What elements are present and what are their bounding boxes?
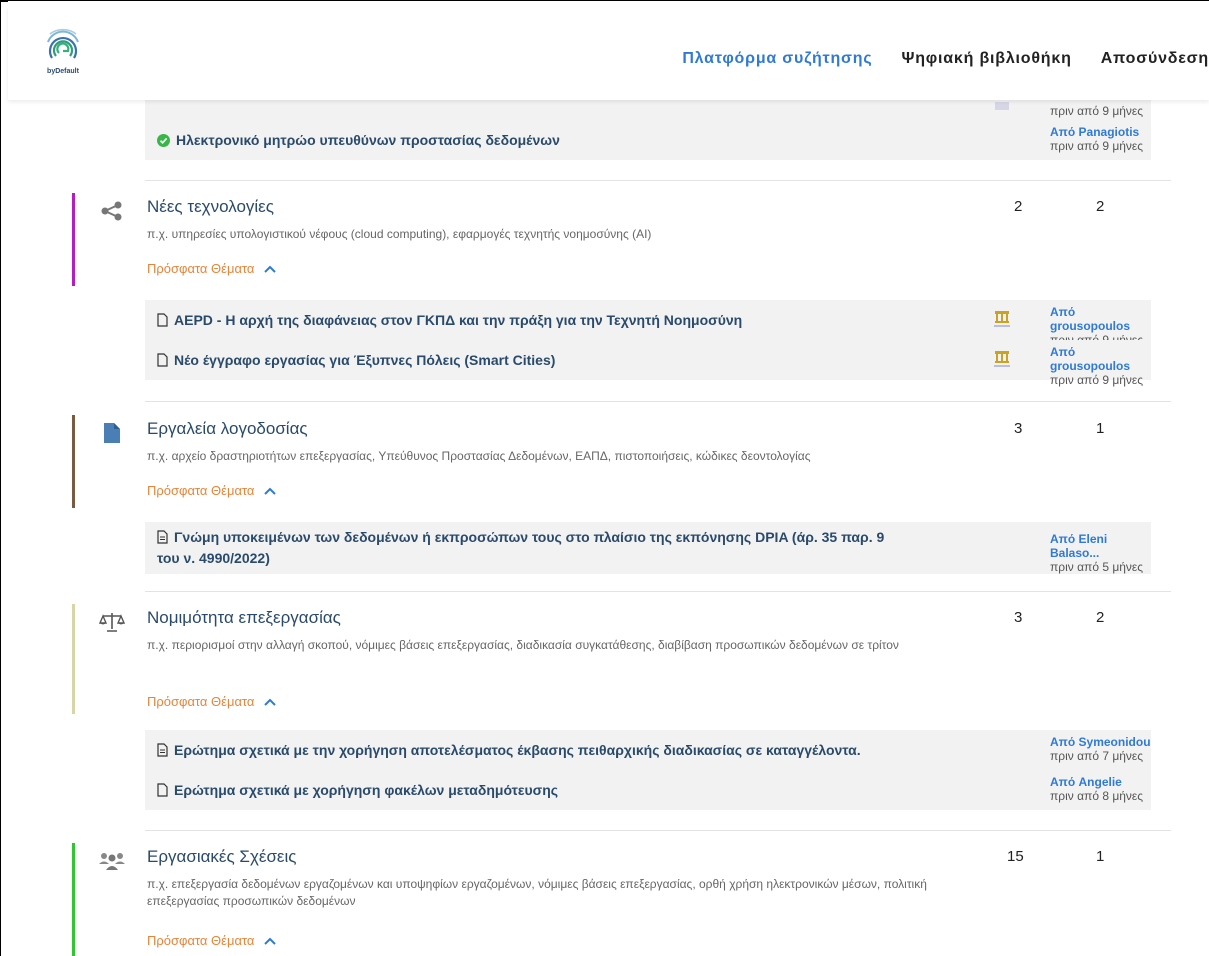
topic-author[interactable]: Από Symeonidou <box>1050 735 1151 749</box>
recent-topics-toggle[interactable]: Πρόσφατα Θέματα <box>147 483 277 498</box>
topic-row[interactable]: Γνώμη υποκειμένων των δεδομένων ή εκπροσ… <box>145 522 1151 574</box>
post-count: 1 <box>1096 420 1105 437</box>
chevron-up-icon <box>264 698 277 706</box>
category-title[interactable]: Εργασιακές Σχέσεις <box>147 847 296 867</box>
topic-time: πριν από 7 μήνες <box>1050 749 1144 763</box>
topic-title[interactable]: Ηλεκτρονικό μητρώο υπευθύνων προστασίας … <box>157 131 560 150</box>
avatar <box>993 348 1011 368</box>
topic-title[interactable]: Γνώμη υποκειμένων των δεδομένων ή εκπροσ… <box>157 528 977 568</box>
site-header: byDefault Πλατφόρμα συζήτησης Ψηφιακή βι… <box>8 6 1209 100</box>
topic-title[interactable]: Νέο έγγραφο εργασίας για Έξυπνες Πόλεις … <box>157 351 555 370</box>
recent-topics-toggle[interactable]: Πρόσφατα Θέματα <box>147 694 277 709</box>
topic-time: πριν από 8 μήνες <box>1050 789 1144 803</box>
topic-row[interactable]: Ερώτημα σχετικά με την χορήγηση αποτελέσ… <box>145 730 1151 770</box>
topic-author[interactable]: Από Eleni Balaso... <box>1050 532 1151 560</box>
divider <box>145 830 1171 831</box>
recent-topics-toggle[interactable]: Πρόσφατα Θέματα <box>147 261 277 276</box>
document-icon <box>157 353 168 367</box>
topic-count: 3 <box>1014 609 1023 626</box>
file-icon <box>98 421 126 445</box>
window-left-border <box>0 0 8 956</box>
document-icon <box>157 783 168 797</box>
category-color-bar <box>72 604 75 714</box>
topic-time: πριν από 5 μήνες <box>1050 560 1144 574</box>
divider <box>145 180 1171 181</box>
post-count: 1 <box>1096 848 1105 865</box>
recent-topics-toggle[interactable]: Πρόσφατα Θέματα <box>147 933 277 948</box>
forum-category-list: πριν από 9 μήνες Ηλεκτρονικό μητρώο υπευ… <box>8 0 1209 956</box>
share-icon <box>98 199 126 223</box>
topic-time: πριν από 9 μήνες <box>1050 139 1144 153</box>
divider <box>145 401 1171 402</box>
topic-title[interactable]: Ερώτημα σχετικά με την χορήγηση αποτελέσ… <box>157 741 861 760</box>
scale-icon <box>98 610 126 634</box>
chevron-up-icon <box>264 487 277 495</box>
category-color-bar <box>72 415 75 508</box>
topic-row[interactable]: Ηλεκτρονικό μητρώο υπευθύνων προστασίας … <box>145 120 1151 160</box>
category-title[interactable]: Νέες τεχνολογίες <box>147 197 274 217</box>
document-text-icon <box>157 743 168 757</box>
category-description: π.χ. αρχείο δραστηριοτήτων επεξεργασίας,… <box>147 449 811 463</box>
topic-author[interactable]: Από grousopoulos <box>1050 345 1151 373</box>
topic-row[interactable]: Ερώτημα σχετικά με χορήγηση φακέλων μετα… <box>145 770 1151 810</box>
category-description: π.χ. επεξεργασία δεδομένων εργαζομένων κ… <box>147 877 927 908</box>
topic-title[interactable]: Ερώτημα σχετικά με χορήγηση φακέλων μετα… <box>157 781 558 800</box>
category-color-bar <box>72 193 75 286</box>
check-circle-icon <box>157 133 170 147</box>
fingerprint-logo-icon <box>47 28 79 59</box>
category-title[interactable]: Εργαλεία λογοδοσίας <box>147 419 308 439</box>
topic-author[interactable]: Από Angelie <box>1050 775 1143 789</box>
topic-author[interactable]: Από grousopoulos <box>1050 305 1151 333</box>
divider <box>145 591 1171 592</box>
topic-count: 15 <box>1007 848 1024 865</box>
topic-row[interactable]: Νέο έγγραφο εργασίας για Έξυπνες Πόλεις … <box>145 340 1151 387</box>
nav-logout[interactable]: Αποσύνδεση <box>1101 50 1209 68</box>
avatar <box>993 100 1011 120</box>
topic-count: 3 <box>1014 420 1023 437</box>
category-title[interactable]: Νομιμότητα επεξεργασίας <box>147 608 341 628</box>
main-nav: Πλατφόρμα συζήτησης Ψηφιακή βιβλιοθήκη Α… <box>682 50 1209 68</box>
post-count: 2 <box>1096 198 1105 215</box>
topic-row[interactable]: AEPD - Η αρχή της διαφάνειας στον ΓΚΠΔ κ… <box>145 300 1151 347</box>
topic-author[interactable]: Από Panagiotis <box>1050 125 1143 139</box>
topic-title[interactable]: AEPD - Η αρχή της διαφάνειας στον ΓΚΠΔ κ… <box>157 311 742 330</box>
avatar <box>993 308 1011 328</box>
post-count: 2 <box>1096 609 1105 626</box>
nav-digital-library[interactable]: Ψηφιακή βιβλιοθήκη <box>901 50 1071 68</box>
document-icon <box>157 313 168 327</box>
category-description: π.χ. υπηρεσίες υπολογιστικού νέφους (clo… <box>147 227 652 241</box>
topic-count: 2 <box>1014 198 1023 215</box>
category-description: π.χ. περιορισμοί στην αλλαγή σκοπού, νόμ… <box>147 638 899 652</box>
topic-time: πριν από 9 μήνες <box>1050 104 1144 118</box>
chevron-up-icon <box>264 937 277 945</box>
nav-discussion-platform[interactable]: Πλατφόρμα συζήτησης <box>682 50 872 68</box>
logo-text: byDefault <box>47 68 79 75</box>
topic-time: πριν από 9 μήνες <box>1050 373 1144 387</box>
users-icon <box>98 849 126 873</box>
category-color-bar <box>72 843 75 956</box>
chevron-up-icon <box>264 265 277 273</box>
document-text-icon <box>157 530 168 549</box>
site-logo[interactable]: byDefault <box>38 22 88 82</box>
